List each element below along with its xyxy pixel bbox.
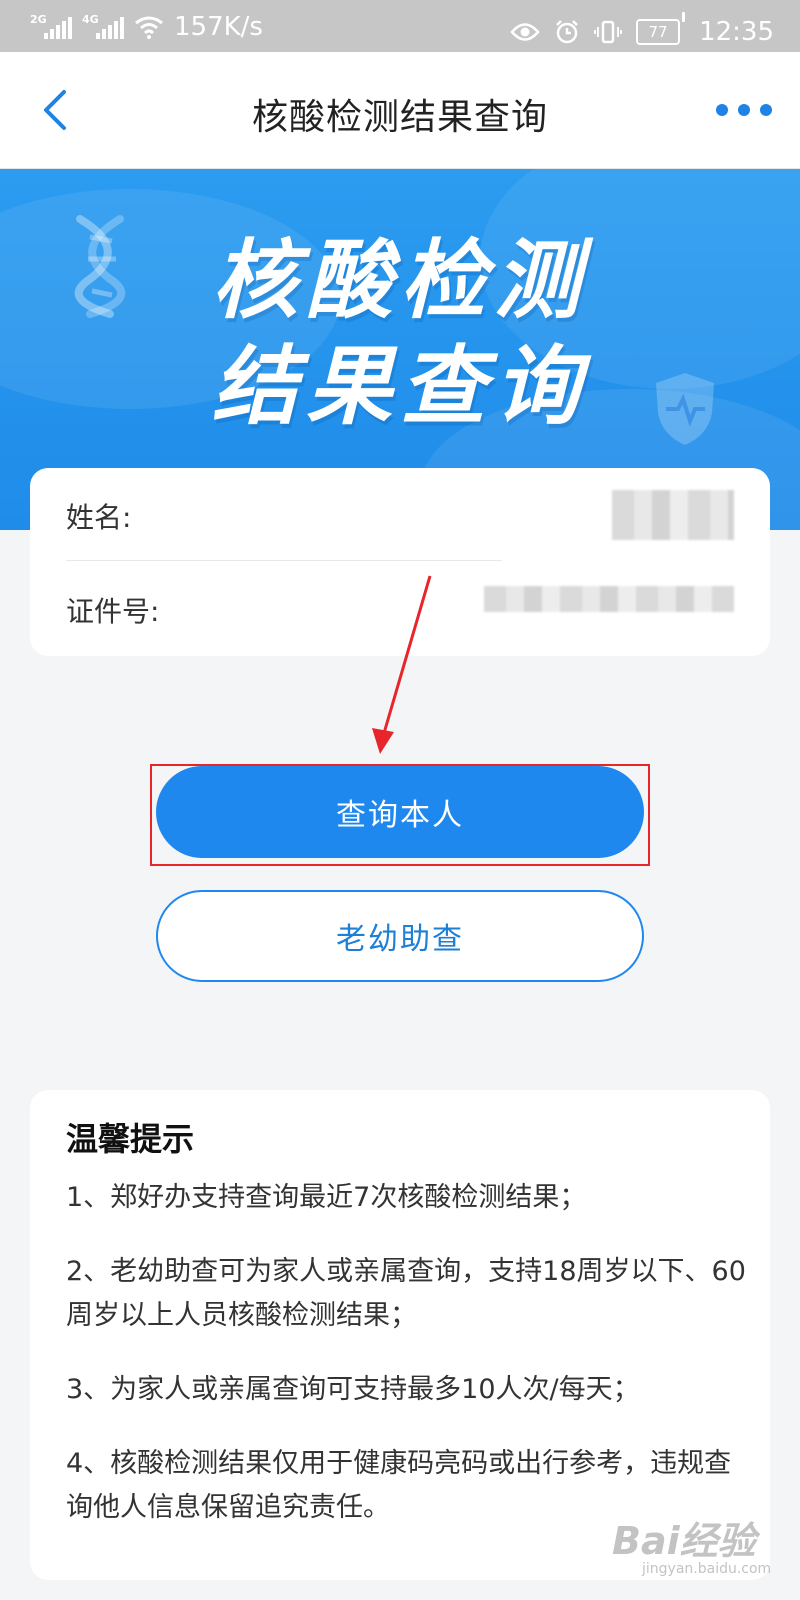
elder-child-query-button[interactable]: 老幼助查 [156, 890, 644, 982]
watermark-url: jingyan.baidu.com [642, 1561, 772, 1577]
baidu-jingyan-watermark: Bai经验 jingyan.baidu.com [612, 1510, 771, 1577]
tips-title-text: 温馨提示 [66, 1120, 195, 1158]
battery-level: 77 [636, 19, 681, 45]
divider [66, 560, 502, 561]
tip-item: 2、老幼助查可为家人或亲属查询，支持18周岁以下、60周岁以上人员核酸检测结果； [66, 1256, 746, 1331]
name-label: 姓名: [66, 501, 132, 534]
name-row: 姓名: [66, 468, 734, 560]
cellular-signal-icon: 2G [30, 13, 72, 39]
wifi-icon [135, 16, 163, 39]
tip-item: 3、为家人或亲属查询可支持最多10人次/每天； [66, 1374, 640, 1405]
id-value-masked [484, 586, 734, 612]
watermark-logo-text: Bai经验 [612, 1519, 756, 1563]
tip-item: 1、郑好办支持查询最近7次核酸检测结果； [66, 1182, 587, 1213]
tips-title: 温馨提示 [66, 1114, 212, 1164]
vibrate-icon [594, 20, 623, 44]
annotation-arrow-icon [372, 575, 432, 754]
navigation-bar: 核酸检测结果查询 [0, 52, 800, 169]
cellular-signal-icon-2: 4G [82, 13, 124, 39]
status-bar: 2G 4G 157K/s 77 12:35 [0, 0, 800, 52]
clock: 12:35 [699, 17, 774, 47]
tips-card: 温馨提示 1、郑好办支持查询最近7次核酸检测结果； 2、老幼助查可为家人或亲属查… [30, 1090, 770, 1580]
network-speed: 157K/s [174, 12, 263, 42]
network-type-label-2: 4G [82, 13, 99, 26]
eye-icon [510, 23, 540, 41]
network-type-label: 2G [30, 13, 47, 26]
id-label: 证件号: [66, 595, 160, 628]
alarm-icon [556, 20, 578, 44]
query-self-button[interactable]: 查询本人 [156, 766, 644, 858]
banner-headline-line1: 核酸检测 [212, 231, 588, 331]
more-options-icon[interactable] [716, 100, 772, 120]
page-title: 核酸检测结果查询 [251, 97, 548, 138]
tips-list: 1、郑好办支持查询最近7次核酸检测结果； 2、老幼助查可为家人或亲属查询，支持1… [66, 1176, 746, 1560]
name-value-masked [612, 490, 734, 540]
banner-headline-line2: 结果查询 [212, 337, 588, 437]
battery-icon: 77 [636, 12, 686, 52]
